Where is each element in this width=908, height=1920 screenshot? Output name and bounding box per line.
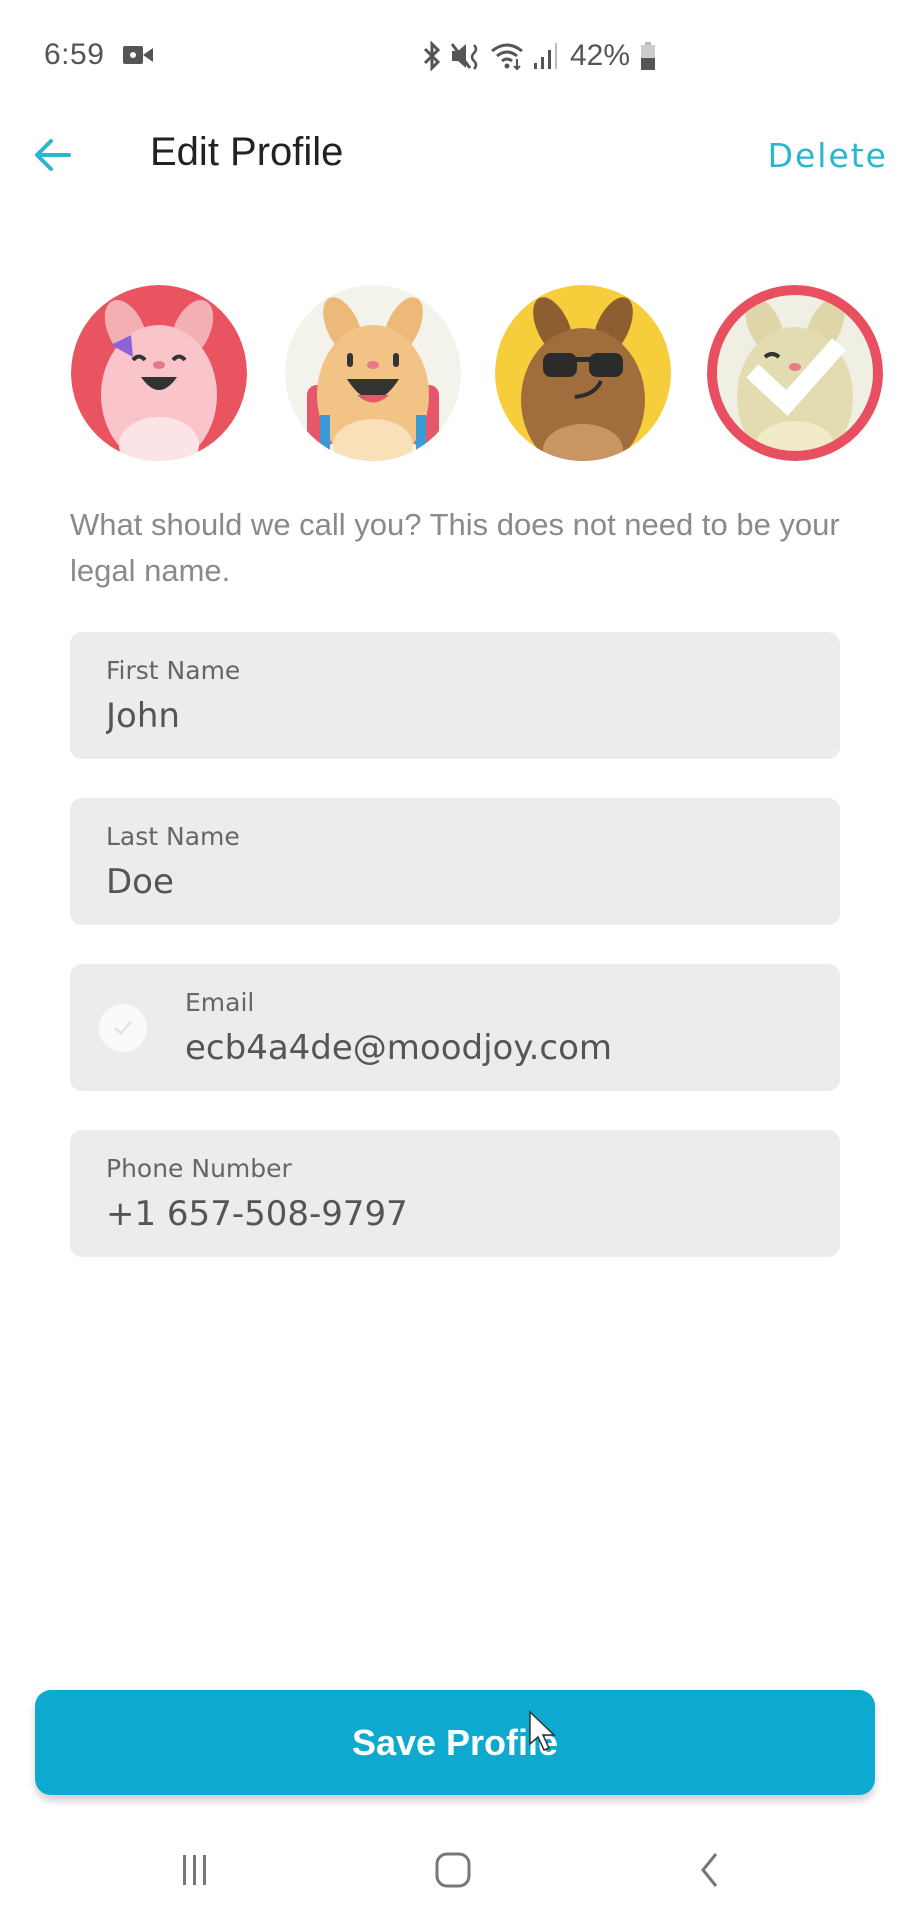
email-input[interactable] — [185, 1028, 885, 1068]
mute-vibrate-icon — [450, 43, 478, 70]
signal-icon — [534, 43, 557, 69]
cream-bunny-icon — [707, 285, 883, 461]
first-name-input[interactable] — [106, 696, 806, 736]
pink-bunny-icon — [71, 285, 247, 461]
status-bar: 6:59 42% — [0, 0, 908, 110]
phone-field[interactable]: Phone Number — [70, 1130, 840, 1257]
arrow-left-icon — [35, 139, 71, 171]
home-icon — [435, 1852, 471, 1888]
email-label: Email — [185, 988, 255, 1017]
backpack-bunny-icon — [285, 285, 461, 461]
save-profile-button[interactable]: Save Profile — [35, 1690, 875, 1795]
battery-icon — [641, 42, 656, 70]
header: Edit Profile Delete — [0, 110, 908, 200]
verified-check-icon — [99, 1004, 147, 1052]
wifi-icon — [491, 43, 523, 71]
status-icons: 42% — [420, 38, 656, 74]
first-name-field[interactable]: First Name — [70, 632, 840, 759]
last-name-field[interactable]: Last Name — [70, 798, 840, 925]
status-time: 6:59 — [44, 38, 105, 71]
name-help-text: What should we call you? This does not n… — [70, 507, 840, 588]
avatar-picker — [0, 285, 908, 465]
last-name-label: Last Name — [106, 822, 240, 851]
avatar-option-backpack-bunny[interactable] — [285, 285, 461, 461]
system-back-button[interactable] — [670, 1840, 750, 1900]
home-button[interactable] — [413, 1840, 493, 1900]
phone-input[interactable] — [106, 1194, 806, 1234]
phone-label: Phone Number — [106, 1154, 292, 1183]
video-record-icon — [123, 46, 153, 64]
last-name-input[interactable] — [106, 862, 806, 902]
recent-apps-button[interactable] — [155, 1840, 235, 1900]
first-name-label: First Name — [106, 656, 241, 685]
back-icon — [701, 1853, 718, 1887]
back-button[interactable] — [28, 130, 78, 180]
delete-button[interactable]: Delete — [768, 136, 888, 175]
system-nav-bar — [0, 1820, 908, 1920]
save-profile-label: Save Profile — [351, 1721, 559, 1763]
avatar-option-sunglasses-bunny[interactable] — [495, 285, 671, 461]
page-title: Edit Profile — [150, 130, 344, 174]
email-field[interactable]: Email — [70, 964, 885, 1091]
sunglasses-bunny-icon — [495, 285, 671, 461]
battery-percent: 42% — [570, 39, 631, 72]
recent-apps-icon — [183, 1855, 206, 1885]
avatar-option-pink-bunny[interactable] — [71, 285, 247, 461]
bluetooth-icon — [423, 41, 441, 71]
avatar-option-cream-bunny[interactable] — [707, 285, 883, 461]
